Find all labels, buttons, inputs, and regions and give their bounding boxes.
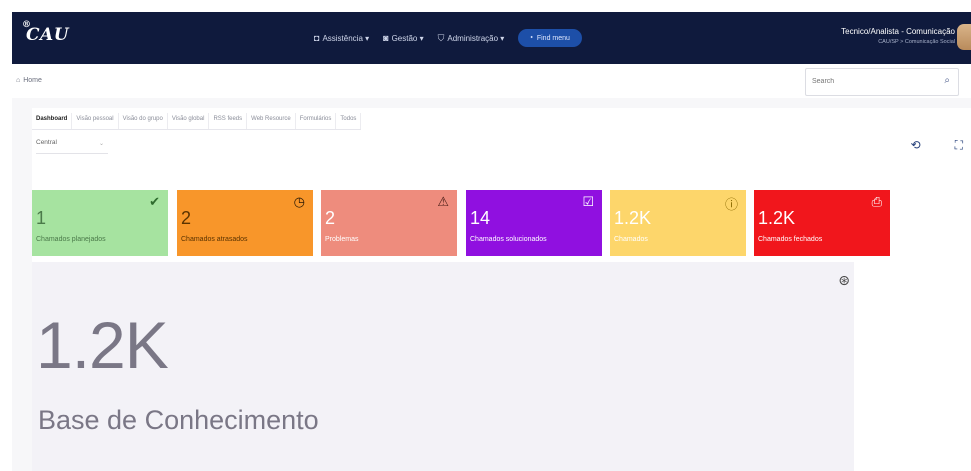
breadcrumb-home-label: Home [23, 77, 42, 84]
tab-dashboard[interactable]: Dashboard [32, 113, 73, 129]
tab-visao-grupo[interactable]: Visão do grupo [119, 113, 168, 129]
card-label: Problemas [325, 236, 359, 243]
headset-icon: ◘ [314, 33, 320, 43]
user-menu[interactable]: Tecnico/Analista - Comunicação CAU/SP > … [841, 26, 955, 48]
dashboard-select[interactable]: Central ⌄ [36, 139, 108, 154]
dashboard-panel: Dashboard Visão pessoal Visão do grupo V… [32, 108, 971, 471]
find-menu-icon: ⬩ [530, 34, 533, 41]
menu-item-administracao[interactable]: ⛉ Administração ▾ [438, 33, 505, 44]
chevron-down-icon: ⌄ [98, 141, 104, 147]
card-chamados-planejados[interactable]: 1 Chamados planejados ✔ [32, 190, 168, 256]
archive-icon: ⎙ [871, 194, 882, 209]
lifebuoy-icon: ⊛ [838, 272, 850, 288]
menu-item-gestao[interactable]: ◙ Gestão ▾ [383, 33, 423, 43]
card-problemas[interactable]: 2 Problemas ⚠ [321, 190, 457, 256]
avatar[interactable] [957, 24, 971, 50]
dashboard-select-value: Central [36, 139, 57, 146]
knowledge-base-card[interactable]: 1.2K Base de Conhecimento ⊛ [32, 262, 854, 471]
logo-text: CAU [26, 25, 70, 45]
home-icon: ⌂ [16, 77, 21, 84]
card-chamados-fechados[interactable]: 1.2K Chamados fechados ⎙ [754, 190, 890, 256]
tab-formularios[interactable]: Formulários [296, 113, 337, 129]
knowledge-base-value: 1.2K [36, 308, 169, 382]
dashboard-tabs: Dashboard Visão pessoal Visão do grupo V… [32, 113, 362, 130]
card-label: Chamados solucionados [470, 236, 547, 243]
menu-item-label: Administração ▾ [447, 33, 505, 43]
user-name: Tecnico/Analista - Comunicação [841, 27, 955, 36]
fullscreen-icon[interactable]: ⛶ [955, 138, 963, 153]
card-value: 1.2K [614, 208, 652, 228]
tab-todos[interactable]: Todos [336, 113, 362, 129]
main-content: Dashboard Visão pessoal Visão do grupo V… [12, 98, 971, 471]
tab-visao-pessoal[interactable]: Visão pessoal [72, 113, 119, 129]
card-chamados-solucionados[interactable]: 14 Chamados solucionados ☑ [466, 190, 602, 256]
search-box: ⌕ [805, 68, 959, 96]
card-value: 1.2K [758, 208, 796, 228]
info-icon: ⓘ [724, 197, 738, 212]
clock-icon: ◷ [293, 194, 305, 209]
card-label: Chamados fechados [758, 236, 823, 243]
left-gutter [0, 98, 12, 471]
breadcrumb-bar: ⌂ Home ⌕ [12, 64, 971, 99]
menu-item-label: Assistência ▾ [322, 33, 370, 43]
search-icon[interactable]: ⌕ [944, 75, 950, 86]
app-logo[interactable]: ® CAU [22, 20, 70, 45]
main-menu: ◘ Assistência ▾ ◙ Gestão ▾ ⛉ Administraç… [314, 12, 582, 64]
user-entity: CAU/SP > Comunicação Social [878, 39, 955, 45]
card-label: Chamados planejados [36, 236, 106, 243]
card-value: 14 [470, 208, 491, 228]
tab-rss-feeds[interactable]: RSS feeds [209, 113, 248, 129]
find-menu-label: Find menu [536, 34, 570, 42]
calendar-check-icon: ✔ [149, 194, 160, 209]
card-value: 1 [36, 208, 47, 228]
menu-item-label: Gestão ▾ [391, 33, 424, 43]
checkbox-icon: ☑ [582, 194, 594, 209]
card-label: Chamados atrasados [181, 236, 248, 243]
refresh-icon[interactable]: ⟲ [911, 138, 921, 153]
shield-icon: ⛉ [437, 32, 445, 43]
card-value: 2 [181, 208, 192, 228]
card-chamados[interactable]: 1.2K Chamados ⓘ [610, 190, 746, 256]
logo-registered-mark: ® [22, 20, 32, 30]
tab-visao-global[interactable]: Visão global [168, 113, 210, 129]
card-value: 2 [325, 208, 336, 228]
find-menu-button[interactable]: ⬩ Find menu [518, 29, 582, 47]
stat-cards: 1 Chamados planejados ✔ 2 Chamados atras… [32, 190, 892, 256]
tab-web-resource[interactable]: Web Resource [247, 113, 296, 129]
dashboard-toolbar: ⟲ ⛶ [911, 138, 963, 153]
card-chamados-atrasados[interactable]: 2 Chamados atrasados ◷ [177, 190, 313, 256]
knowledge-base-label: Base de Conhecimento [38, 405, 319, 435]
menu-item-assistencia[interactable]: ◘ Assistência ▾ [314, 33, 369, 43]
top-navbar: ® CAU ◘ Assistência ▾ ◙ Gestão ▾ ⛉ Admin… [12, 12, 971, 64]
card-label: Chamados [614, 236, 648, 243]
search-input[interactable] [806, 69, 932, 93]
breadcrumb[interactable]: ⌂ Home [16, 77, 42, 84]
briefcase-icon: ◙ [383, 33, 389, 43]
warning-icon: ⚠ [437, 194, 449, 209]
